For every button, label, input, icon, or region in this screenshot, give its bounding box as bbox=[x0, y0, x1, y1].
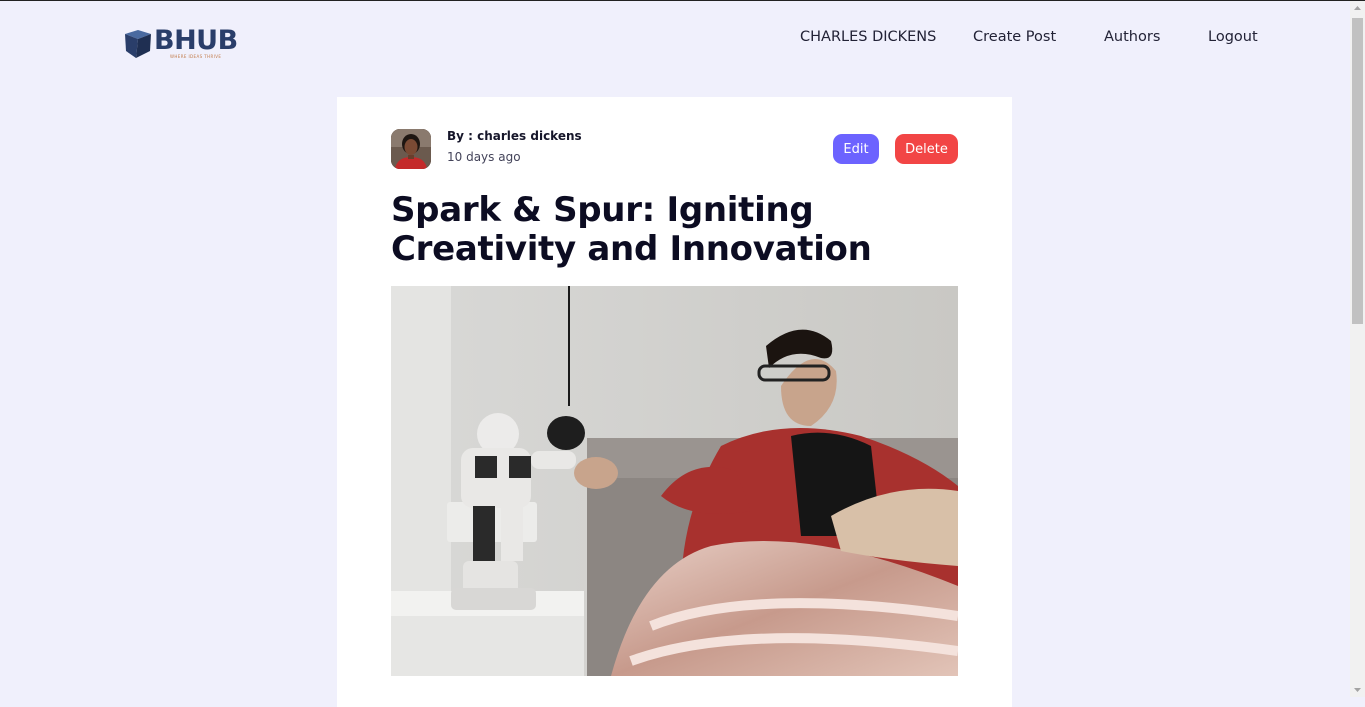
page-scrollbar[interactable] bbox=[1350, 1, 1365, 697]
brand-tagline: WHERE IDEAS THRIVE bbox=[170, 54, 222, 59]
brand-logo[interactable]: BHUB WHERE IDEAS THRIVE bbox=[123, 27, 238, 59]
nav-authors-link[interactable]: Authors bbox=[1104, 29, 1160, 45]
author-name: By : charles dickens bbox=[447, 129, 582, 143]
edit-post-button[interactable]: Edit bbox=[833, 134, 879, 164]
scroll-down-arrow-icon[interactable] bbox=[1350, 682, 1365, 697]
avatar-image bbox=[391, 129, 431, 169]
scroll-up-arrow-icon[interactable] bbox=[1350, 1, 1365, 16]
nav-profile-link[interactable]: CHARLES DICKENS bbox=[800, 29, 936, 45]
top-navbar: BHUB WHERE IDEAS THRIVE CHARLES DICKENS … bbox=[0, 1, 1350, 76]
post-timestamp: 10 days ago bbox=[447, 150, 521, 164]
scrollbar-thumb[interactable] bbox=[1352, 18, 1363, 324]
nav-create-post-link[interactable]: Create Post bbox=[973, 29, 1056, 45]
brand-name: BHUB bbox=[154, 25, 238, 56]
delete-post-button[interactable]: Delete bbox=[895, 134, 958, 164]
nav-logout-link[interactable]: Logout bbox=[1208, 29, 1258, 45]
author-avatar bbox=[391, 129, 431, 169]
page: BHUB WHERE IDEAS THRIVE CHARLES DICKENS … bbox=[0, 1, 1350, 707]
cube-logo-icon bbox=[125, 30, 151, 58]
post-title: Spark & Spur: Igniting Creativity and In… bbox=[391, 190, 872, 269]
post-detail-card: By : charles dickens 10 days ago Edit De… bbox=[337, 97, 1012, 707]
post-thumbnail bbox=[391, 286, 958, 676]
post-image bbox=[391, 286, 958, 676]
